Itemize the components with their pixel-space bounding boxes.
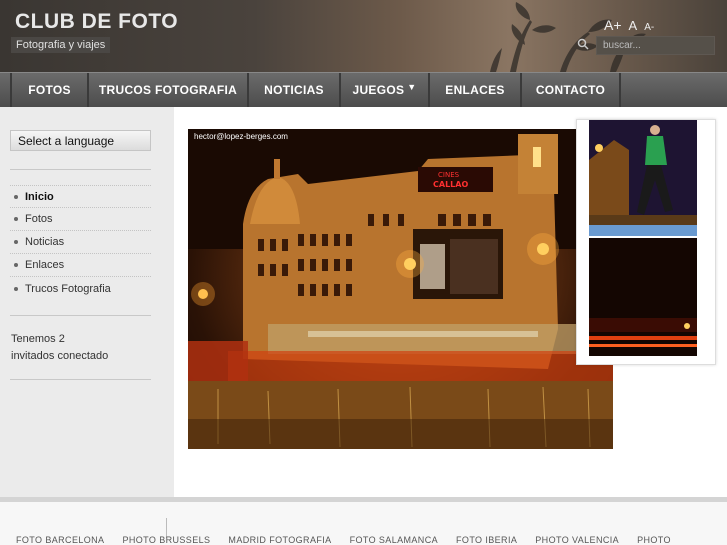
cines-callao-night-photo: CINES CALLAO [188,129,613,449]
site-title[interactable]: CLUB DE FOTO [15,10,178,34]
bullet-icon [14,240,18,244]
sidebar-item-trucos-fotografia[interactable]: Trucos Fotografia [10,277,151,300]
nav-juegos[interactable]: JUEGOS ▼ [339,73,428,107]
thumbnail-photo-night[interactable] [589,238,697,356]
search-icon [577,38,589,50]
footer-link-photo[interactable]: PHOTO [637,535,671,545]
sidebar-item-fotos[interactable]: Fotos [10,208,151,231]
nav-contacto[interactable]: CONTACTO [520,73,621,107]
font-decrease-button[interactable]: A- [644,22,654,33]
photo-credit: hector@lopez-berges.com [194,132,288,141]
online-line: Tenemos 2 [11,333,65,345]
sidebar-item-inicio[interactable]: Inicio [10,185,151,208]
footer: FOTO BARCELONA PHOTO BRUSSELS MADRID FOT… [0,502,727,545]
font-reset-button[interactable]: A [629,18,638,33]
sidebar-item-enlaces[interactable]: Enlaces [10,254,151,277]
bullet-icon [14,217,18,221]
main-content: CINES CALLAO hector@lopez-berges.com [174,107,727,497]
bullet-icon [14,286,18,291]
footer-link-foto-iberia[interactable]: FOTO IBERIA [456,535,517,545]
online-line: invitados conectado [11,350,109,362]
site-header: CLUB DE FOTO Fotografia y viajes A+ A A- [0,0,727,72]
font-size-controls: A+ A A- [604,17,654,33]
nav-trucos-fotografia[interactable]: TRUCOS FOTOGRAFIA [87,73,247,107]
footer-link-photo-valencia[interactable]: PHOTO VALENCIA [535,535,619,545]
thumbnail-panel [576,119,716,365]
main-nav: FOTOS TRUCOS FOTOGRAFIA NOTICIAS JUEGOS ▼… [0,72,727,107]
sidebar-item-label: Trucos Fotografia [25,282,111,295]
bullet-icon [14,194,18,199]
nav-noticias[interactable]: NOTICIAS [247,73,339,107]
online-users-text: Tenemos 2 invitados conectado [11,331,108,365]
footer-link-foto-salamanca[interactable]: FOTO SALAMANCA [350,535,438,545]
language-select[interactable]: Select a language [10,130,151,151]
dropdown-caret-icon: ▼ [407,82,417,92]
nav-label: TRUCOS FOTOGRAFIA [98,83,238,97]
featured-photo[interactable]: CINES CALLAO hector@lopez-berges.com [188,129,613,449]
person-jump-photo [589,120,697,236]
sidebar-item-label: Fotos [25,213,53,225]
footer-links: FOTO BARCELONA PHOTO BRUSSELS MADRID FOT… [16,535,689,545]
site-subtitle: Fotografia y viajes [11,37,111,53]
divider [10,379,151,380]
nav-enlaces[interactable]: ENLACES [428,73,520,107]
divider [10,315,151,316]
sidebar-item-noticias[interactable]: Noticias [10,231,151,254]
sidebar-menu: Inicio Fotos Noticias Enlaces Trucos Fot… [10,185,151,300]
bullet-icon [14,263,18,267]
sign-text-2: CALLAO [433,180,468,189]
sidebar-item-label: Enlaces [25,259,65,271]
nav-fotos[interactable]: FOTOS [10,73,87,107]
thumbnail-photo-person[interactable] [589,120,697,236]
font-increase-button[interactable]: A+ [604,17,622,33]
footer-link-photo-brussels[interactable]: PHOTO BRUSSELS [122,535,210,545]
footer-link-foto-barcelona[interactable]: FOTO BARCELONA [16,535,104,545]
sidebar-item-label: Inicio [25,190,54,203]
night-lights-photo [589,238,697,356]
left-sidebar: Select a language Inicio Fotos Noticias … [0,107,174,497]
divider [10,169,151,170]
nav-label: FOTOS [28,83,71,97]
footer-link-madrid-fotografia[interactable]: MADRID FOTOGRAFIA [228,535,331,545]
sidebar-item-label: Noticias [25,236,65,248]
nav-label: NOTICIAS [264,83,324,97]
sign-text-1: CINES [438,171,460,179]
nav-label: ENLACES [445,83,505,97]
nav-label: CONTACTO [535,83,606,97]
nav-label: JUEGOS [352,83,405,97]
search-input[interactable] [596,36,715,55]
